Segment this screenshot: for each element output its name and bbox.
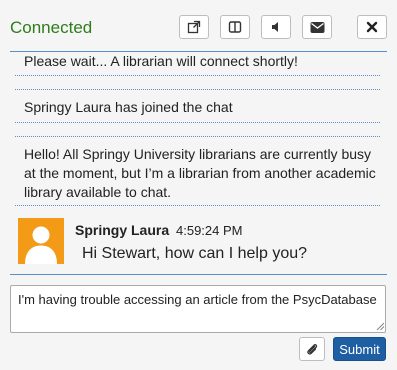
close-chat-button[interactable] [357, 15, 387, 39]
avatar [18, 218, 64, 264]
system-message-busy: Hello! All Springy University librarians… [24, 146, 376, 200]
message-divider [15, 75, 380, 76]
chat-widget: Connected Please wait... A librarian wil… [0, 0, 397, 370]
envelope-icon [310, 21, 324, 33]
librarian-message: Hi Stewart, how can I help you? [82, 245, 308, 262]
split-panel-icon [228, 21, 242, 33]
message-divider [15, 122, 380, 123]
attach-file-button[interactable] [299, 337, 325, 361]
system-message-wait: Please wait... A librarian will connect … [24, 53, 298, 69]
speaker-icon [272, 22, 278, 32]
connection-status: Connected [10, 18, 93, 37]
system-message-joined: Springy Laura has joined the chat [24, 99, 233, 115]
popout-button[interactable] [179, 15, 209, 39]
message-divider [15, 89, 380, 90]
close-icon [366, 21, 378, 33]
sound-button[interactable] [261, 15, 291, 39]
user-silhouette-icon [25, 226, 57, 264]
paperclip-icon [307, 344, 318, 355]
layout-button[interactable] [220, 15, 250, 39]
message-sender: Springy Laura [75, 222, 170, 238]
message-divider [15, 205, 380, 206]
email-transcript-button[interactable] [302, 15, 332, 39]
external-link-icon [187, 20, 201, 34]
resize-handle-icon[interactable] [376, 322, 385, 331]
message-timestamp: 4:59:24 PM [176, 223, 243, 238]
message-divider [15, 136, 380, 137]
submit-button[interactable]: Submit [333, 337, 386, 361]
compose-divider [10, 274, 387, 275]
message-input[interactable]: I'm having trouble accessing an article … [10, 285, 386, 333]
chat-header: Connected [0, 10, 397, 52]
